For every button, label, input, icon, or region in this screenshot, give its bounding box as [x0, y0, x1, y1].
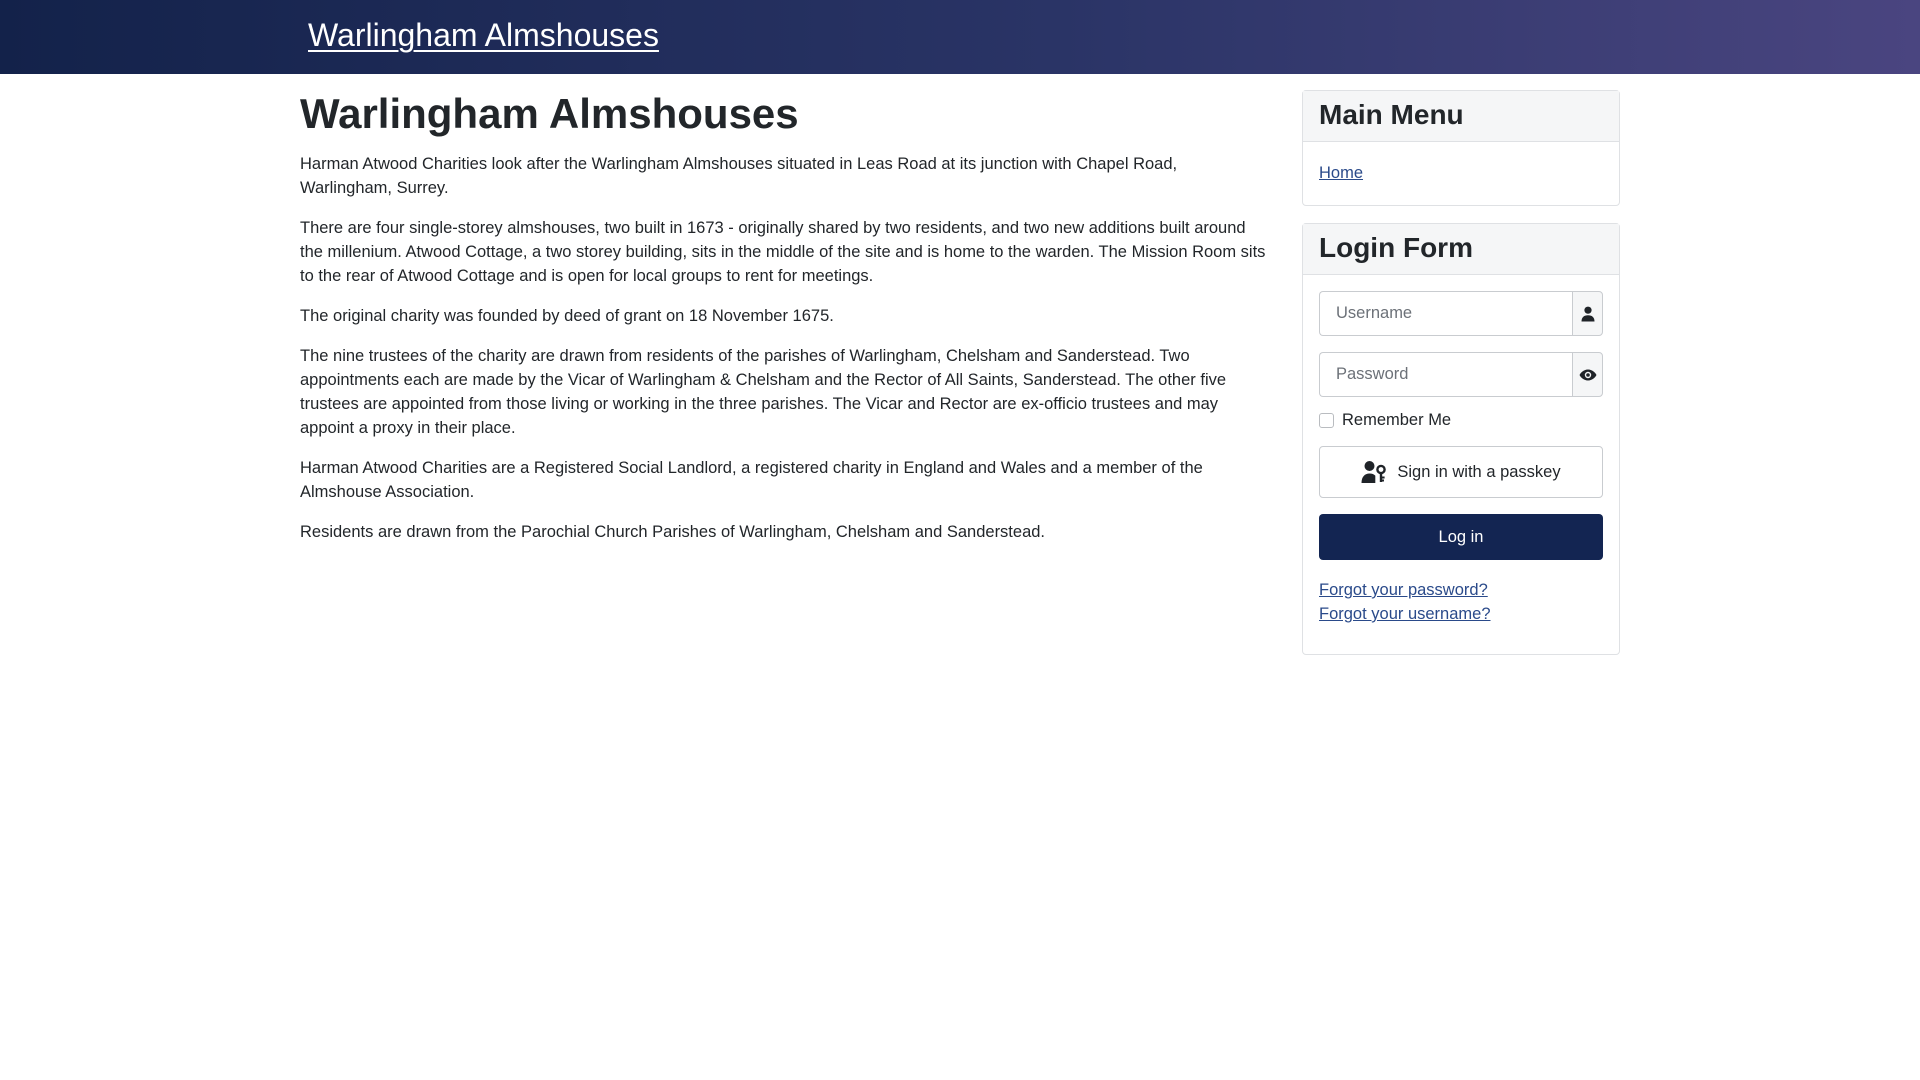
forgot-username-link[interactable]: Forgot your username?: [1319, 602, 1603, 626]
main-menu-body: Home: [1303, 142, 1619, 205]
show-password-toggle[interactable]: [1572, 352, 1603, 397]
main-menu-title: Main Menu: [1303, 91, 1619, 142]
article-paragraph: The original charity was founded by deed…: [300, 307, 834, 325]
login-button[interactable]: Log in: [1319, 514, 1603, 560]
forgot-links: Forgot your password? Forgot your userna…: [1319, 578, 1603, 626]
article-body: Harman Atwood Charities look after the W…: [300, 152, 1268, 544]
passkey-button-label: Sign in with a passkey: [1397, 462, 1561, 481]
user-key-icon: [1361, 461, 1387, 483]
passkey-button[interactable]: Sign in with a passkey: [1319, 446, 1603, 498]
main-content: Warlingham Almshouses Harman Atwood Char…: [300, 88, 1268, 560]
page-title: Warlingham Almshouses: [300, 90, 799, 137]
main-menu-card: Main Menu Home: [1302, 90, 1620, 206]
password-input[interactable]: [1319, 352, 1572, 397]
username-addon: [1572, 291, 1603, 336]
article-paragraph: The nine trustees of the charity are dra…: [300, 347, 1227, 437]
login-form-card: Login Form Username Remember Me Sign in …: [1302, 223, 1620, 655]
article-paragraph: Residents are drawn from the Parochial C…: [300, 523, 1046, 541]
menu-item-home[interactable]: Home: [1319, 164, 1363, 183]
article-paragraph: Harman Atwood Charities look after the W…: [300, 155, 1178, 197]
remember-me-row: Remember Me: [1319, 411, 1603, 430]
article-paragraph: There are four single-storey almshouses,…: [300, 219, 1266, 285]
login-form-title: Login Form: [1303, 224, 1619, 275]
username-group: [1319, 291, 1603, 336]
remember-me-checkbox[interactable]: [1319, 413, 1334, 428]
forgot-password-link[interactable]: Forgot your password?: [1319, 578, 1603, 602]
remember-me-label[interactable]: Remember Me: [1342, 411, 1451, 430]
eye-icon: [1579, 369, 1596, 380]
article-paragraph: Harman Atwood Charities are a Registered…: [300, 459, 1203, 501]
sidebar: Main Menu Home Login Form Username Remem…: [1302, 90, 1620, 672]
username-input[interactable]: [1319, 291, 1572, 336]
login-form-body: Remember Me Sign in with a passkey Log i…: [1303, 275, 1619, 654]
site-header: Warlingham Almshouses: [0, 0, 1920, 74]
user-icon: [1581, 306, 1594, 321]
site-title-link[interactable]: Warlingham Almshouses: [308, 17, 659, 54]
password-group: [1319, 352, 1603, 397]
